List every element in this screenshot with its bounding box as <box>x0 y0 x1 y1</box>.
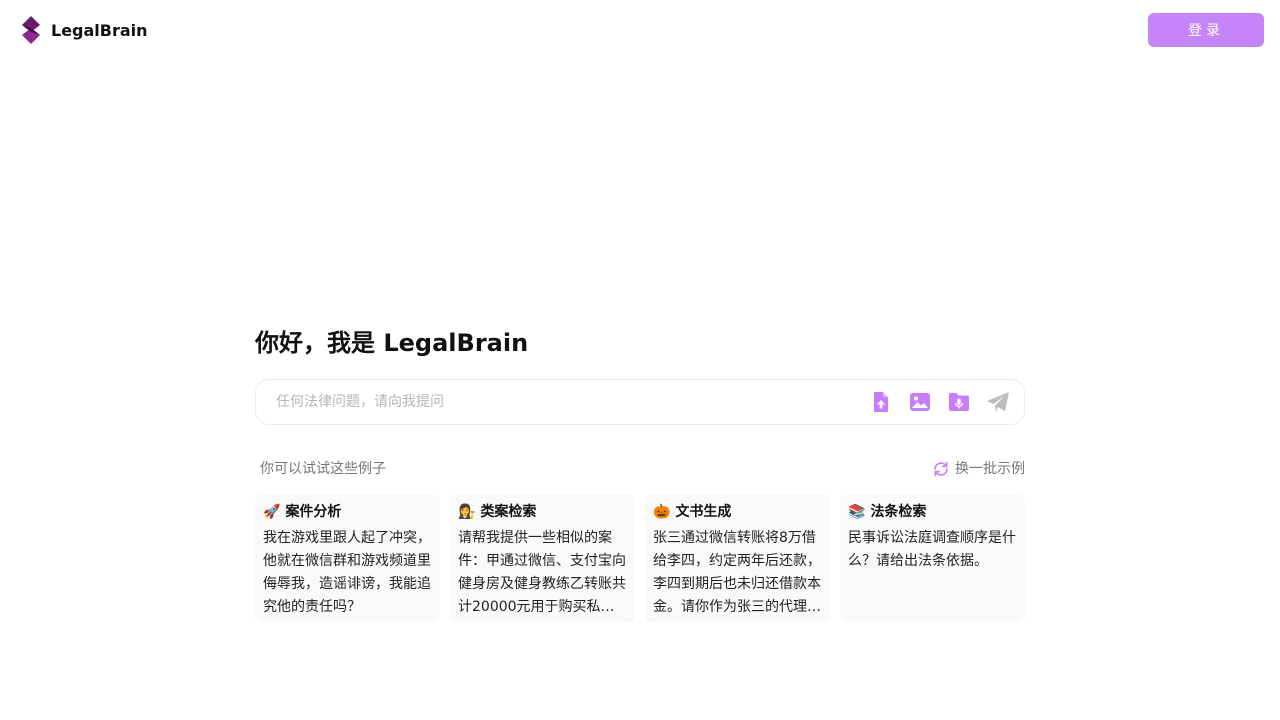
send-icon[interactable] <box>986 390 1010 414</box>
judge-icon: 👩‍⚖️ <box>458 504 476 520</box>
audio-file-icon[interactable] <box>947 390 971 414</box>
top-bar: LegalBrain 登录 <box>0 0 1280 60</box>
example-card-document-generation[interactable]: 🎃 文书生成 张三通过微信转账将8万借给李四，约定两年后还款，李四到期后也未归还… <box>645 494 830 623</box>
examples-header: 你可以试试这些例子 换一批示例 <box>255 459 1025 479</box>
card-title: 🎃 文书生成 <box>653 502 822 522</box>
card-title: 🚀 案件分析 <box>263 502 432 522</box>
input-tools <box>854 390 1010 414</box>
main-content: 你好，我是 LegalBrain 任何法律问题，请向我提问 你可以试试这些例子 … <box>255 320 1025 623</box>
card-title: 📚 法条检索 <box>848 502 1017 522</box>
pumpkin-icon: 🎃 <box>653 504 671 520</box>
card-title-text: 法条检索 <box>870 504 927 520</box>
examples-hint: 你可以试试这些例子 <box>260 461 386 477</box>
file-upload-icon[interactable] <box>869 390 893 414</box>
card-title-text: 案件分析 <box>285 504 342 520</box>
example-cards: 🚀 案件分析 我在游戏里跟人起了冲突，他就在微信群和游戏频道里侮辱我，造谣诽谤，… <box>255 494 1025 623</box>
example-card-case-analysis[interactable]: 🚀 案件分析 我在游戏里跟人起了冲突，他就在微信群和游戏频道里侮辱我，造谣诽谤，… <box>255 494 440 623</box>
card-body: 张三通过微信转账将8万借给李四，约定两年后还款，李四到期后也未归还借款本金。请你… <box>653 530 821 615</box>
image-icon[interactable] <box>908 390 932 414</box>
refresh-icon <box>934 461 948 477</box>
login-button[interactable]: 登录 <box>1148 13 1264 47</box>
legalbrain-logo-icon <box>22 16 40 44</box>
card-body: 我在游戏里跟人起了冲突，他就在微信群和游戏频道里侮辱我，造谣诽谤，我能追究他的责… <box>263 530 431 615</box>
brand-name: LegalBrain <box>51 20 148 40</box>
card-body: 请帮我提供一些相似的案件：甲通过微信、支付宝向健身房及健身教练乙转账共计2000… <box>458 530 626 615</box>
question-input-box <box>255 379 1025 425</box>
refresh-examples-button[interactable]: 换一批示例 <box>932 459 1025 479</box>
books-icon: 📚 <box>848 504 866 520</box>
card-title-text: 类案检索 <box>480 504 537 520</box>
refresh-label: 换一批示例 <box>955 461 1025 477</box>
brand[interactable]: LegalBrain <box>20 16 148 44</box>
card-body: 民事诉讼法庭调查顺序是什么？请给出法条依据。 <box>848 530 1016 569</box>
example-card-law-search[interactable]: 📚 法条检索 民事诉讼法庭调查顺序是什么？请给出法条依据。 <box>840 494 1025 623</box>
card-title-text: 文书生成 <box>675 504 732 520</box>
rocket-icon: 🚀 <box>263 504 281 520</box>
card-title: 👩‍⚖️ 类案检索 <box>458 502 627 522</box>
question-input[interactable] <box>276 380 856 424</box>
greeting-title: 你好，我是 LegalBrain <box>255 329 529 357</box>
example-card-similar-case-search[interactable]: 👩‍⚖️ 类案检索 请帮我提供一些相似的案件：甲通过微信、支付宝向健身房及健身教… <box>450 494 635 623</box>
